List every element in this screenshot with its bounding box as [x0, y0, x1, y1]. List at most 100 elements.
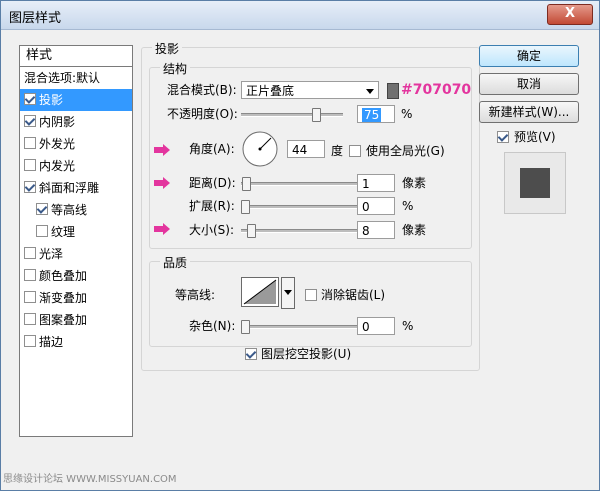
- spread-input[interactable]: 0: [357, 197, 395, 215]
- style-checkbox[interactable]: [24, 159, 36, 171]
- distance-input[interactable]: 1: [357, 174, 395, 192]
- contour-label: 等高线:: [175, 288, 216, 302]
- style-preview: [504, 152, 566, 214]
- pointer-arrow-icon: [154, 223, 170, 235]
- style-checkbox[interactable]: [24, 93, 36, 105]
- pointer-arrow-icon: [154, 144, 170, 156]
- spread-slider-thumb[interactable]: [241, 200, 250, 214]
- angle-dial[interactable]: [241, 130, 279, 168]
- style-checkbox[interactable]: [24, 269, 36, 281]
- style-list-item[interactable]: 颜色叠加: [20, 265, 132, 287]
- preview-swatch: [520, 168, 550, 198]
- blend-mode-label: 混合模式(B):: [167, 83, 237, 97]
- blend-mode-select[interactable]: 正片叠底: [241, 81, 379, 99]
- style-checkbox[interactable]: [24, 247, 36, 259]
- chevron-down-icon: [366, 89, 374, 94]
- pointer-arrow-icon: [154, 177, 170, 189]
- style-list-item-label: 等高线: [51, 203, 88, 217]
- style-list-item-label: 渐变叠加: [39, 291, 88, 305]
- style-list-item[interactable]: 图案叠加: [20, 309, 132, 331]
- anti-alias-label: 消除锯齿(L): [321, 288, 386, 302]
- style-list-item[interactable]: 等高线: [20, 199, 132, 221]
- style-list-item[interactable]: 渐变叠加: [20, 287, 132, 309]
- style-list-item-label: 混合选项:默认: [24, 71, 101, 85]
- style-list-item[interactable]: 描边: [20, 331, 132, 353]
- style-checkbox[interactable]: [36, 225, 48, 237]
- knockout-checkbox[interactable]: [245, 348, 257, 360]
- noise-unit: %: [402, 319, 414, 333]
- color-hex-annotation: #707070: [401, 82, 472, 98]
- cancel-button[interactable]: 取消: [479, 73, 579, 95]
- chevron-down-icon: [284, 290, 292, 295]
- ok-button[interactable]: 确定: [479, 45, 579, 67]
- spread-slider[interactable]: [241, 205, 375, 209]
- opacity-slider[interactable]: [241, 113, 343, 117]
- style-checkbox[interactable]: [24, 137, 36, 149]
- style-checkbox[interactable]: [24, 335, 36, 347]
- drop-shadow-group-label: 投影: [152, 40, 183, 57]
- structure-group-label: 结构: [160, 60, 191, 77]
- styles-list: 样式 混合选项:默认投影内阴影外发光内发光斜面和浮雕等高线纹理光泽颜色叠加渐变叠…: [19, 45, 133, 437]
- window-title: 图层样式: [9, 11, 62, 26]
- distance-label: 距离(D):: [189, 176, 236, 190]
- opacity-unit: %: [401, 107, 413, 121]
- style-list-item-label: 投影: [39, 93, 64, 107]
- opacity-input[interactable]: 75: [357, 105, 395, 123]
- size-input[interactable]: 8: [357, 221, 395, 239]
- spread-label: 扩展(R):: [189, 199, 235, 213]
- noise-label: 杂色(N):: [189, 319, 236, 333]
- style-list-item[interactable]: 纹理: [20, 221, 132, 243]
- style-list-item[interactable]: 投影: [20, 89, 132, 111]
- style-checkbox[interactable]: [24, 181, 36, 193]
- styles-list-header: 样式: [20, 46, 132, 67]
- style-list-item[interactable]: 内阴影: [20, 111, 132, 133]
- contour-preview[interactable]: [241, 277, 279, 307]
- distance-slider[interactable]: [241, 182, 375, 186]
- global-light-checkbox[interactable]: [349, 145, 361, 157]
- distance-slider-thumb[interactable]: [242, 177, 252, 191]
- size-unit: 像素: [402, 223, 427, 237]
- style-checkbox[interactable]: [24, 313, 36, 325]
- style-list-item-label: 内阴影: [39, 115, 76, 129]
- size-label: 大小(S):: [189, 223, 235, 237]
- style-list-item[interactable]: 光泽: [20, 243, 132, 265]
- anti-alias-checkbox[interactable]: [305, 289, 317, 301]
- noise-slider-thumb[interactable]: [241, 320, 250, 334]
- global-light-label: 使用全局光(G): [366, 144, 445, 158]
- layer-style-window: 图层样式 X 样式 混合选项:默认 投影 内阴影 外发光 内发光 斜面和浮雕 等高线 纹理 光泽…: [0, 0, 600, 491]
- contour-dropdown-button[interactable]: [281, 277, 295, 309]
- preview-checkbox[interactable]: [497, 131, 509, 143]
- opacity-label: 不透明度(O):: [167, 107, 238, 121]
- shadow-color-swatch[interactable]: [387, 83, 399, 99]
- style-list-item[interactable]: 混合选项:默认: [20, 67, 132, 89]
- style-list-item-label: 斜面和浮雕: [39, 181, 100, 195]
- blend-mode-value: 正片叠底: [246, 84, 295, 98]
- style-list-item-label: 颜色叠加: [39, 269, 88, 283]
- distance-unit: 像素: [402, 176, 427, 190]
- angle-label: 角度(A):: [189, 142, 235, 156]
- noise-input[interactable]: 0: [357, 317, 395, 335]
- preview-label: 预览(V): [514, 130, 556, 144]
- style-list-item-label: 描边: [39, 335, 64, 349]
- style-list-item-label: 外发光: [39, 137, 76, 151]
- style-checkbox[interactable]: [24, 291, 36, 303]
- style-list-item[interactable]: 内发光: [20, 155, 132, 177]
- noise-slider[interactable]: [241, 325, 375, 329]
- style-list-item-label: 光泽: [39, 247, 64, 261]
- style-list-item-label: 图案叠加: [39, 313, 88, 327]
- style-checkbox[interactable]: [24, 115, 36, 127]
- style-list-item[interactable]: 斜面和浮雕: [20, 177, 132, 199]
- new-style-button[interactable]: 新建样式(W)...: [479, 101, 579, 123]
- style-list-item[interactable]: 外发光: [20, 133, 132, 155]
- opacity-slider-thumb[interactable]: [311, 108, 321, 122]
- size-slider[interactable]: [241, 229, 375, 233]
- quality-group-label: 品质: [160, 254, 191, 271]
- size-slider-thumb[interactable]: [247, 224, 257, 238]
- angle-input[interactable]: 44: [287, 140, 325, 158]
- angle-unit: 度: [331, 144, 344, 158]
- title-bar[interactable]: 图层样式 X: [1, 1, 599, 30]
- dialog-client: 样式 混合选项:默认 投影 内阴影 外发光 内发光 斜面和浮雕 等高线 纹理 光泽 颜色叠加 渐变叠…: [9, 35, 591, 482]
- style-list-item-label: 纹理: [51, 225, 76, 239]
- close-button[interactable]: X: [547, 4, 593, 25]
- style-checkbox[interactable]: [36, 203, 48, 215]
